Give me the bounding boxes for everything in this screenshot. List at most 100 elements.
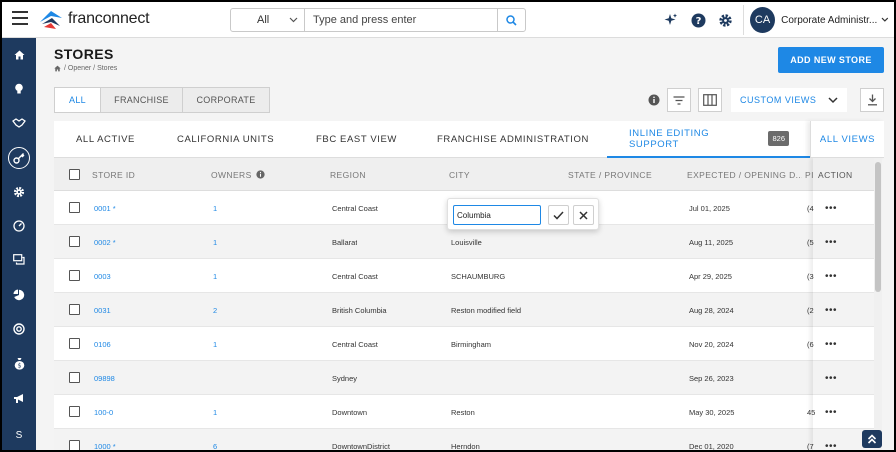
info-icon[interactable] <box>256 170 265 179</box>
sidebar-item-reports[interactable] <box>2 282 36 308</box>
hamburger-menu-icon[interactable] <box>12 11 28 27</box>
row-actions-menu[interactable]: ••• <box>825 327 837 361</box>
cell-city[interactable]: SCHAUMBURG <box>451 259 505 293</box>
inline-edit-city-input[interactable] <box>453 205 541 225</box>
row-checkbox[interactable] <box>69 236 80 247</box>
cell-city[interactable]: Reston modified field <box>451 293 521 327</box>
inline-edit-confirm-button[interactable] <box>548 205 569 225</box>
vertical-scrollbar[interactable] <box>874 158 882 450</box>
all-views-link[interactable]: ALL VIEWS <box>810 121 884 158</box>
cell-store-id[interactable]: 0106 <box>94 327 111 361</box>
column-owners[interactable]: OWNERS <box>211 158 265 191</box>
cell-store-id[interactable]: 1000 * <box>94 429 116 451</box>
column-expected-opening-date[interactable]: EXPECTED / OPENING D... <box>687 158 802 191</box>
info-icon[interactable] <box>642 88 666 112</box>
row-actions-menu[interactable]: ••• <box>825 225 837 259</box>
sidebar-item-s[interactable]: S <box>2 422 36 448</box>
table-row[interactable]: 0106 1 Central Coast Birmingham Nov 20, 2024… <box>54 327 876 361</box>
home-icon[interactable] <box>54 65 61 72</box>
cell-owners[interactable]: 1 <box>213 191 217 225</box>
cell-store-id[interactable]: 0002 * <box>94 225 116 259</box>
row-checkbox[interactable] <box>69 338 80 349</box>
cell-city[interactable]: Birmingham <box>451 327 491 361</box>
row-actions-menu[interactable]: ••• <box>825 429 837 451</box>
sparkle-icon[interactable] <box>662 11 680 29</box>
row-checkbox[interactable] <box>69 406 80 417</box>
user-menu[interactable]: CA Corporate Administr... <box>743 5 889 35</box>
row-actions-menu[interactable]: ••• <box>825 293 837 327</box>
table-row[interactable]: 100-0 1 Downtown Reston May 30, 2025 45 ••• <box>54 395 876 429</box>
table-row[interactable]: 0031 2 British Columbia Reston modified fie… <box>54 293 876 327</box>
sidebar-item-partners[interactable] <box>2 110 36 136</box>
row-checkbox[interactable] <box>69 304 80 315</box>
sidebar-item-support[interactable] <box>2 316 36 342</box>
sidebar: $ S <box>2 38 36 450</box>
select-all-checkbox[interactable] <box>69 169 80 180</box>
columns-button[interactable] <box>698 88 722 112</box>
cell-city[interactable]: Herndon <box>451 429 480 451</box>
cell-store-id[interactable]: 100-0 <box>94 395 113 429</box>
cell-owners[interactable]: 2 <box>213 293 217 327</box>
cell-city[interactable]: Louisville <box>451 225 482 259</box>
column-city[interactable]: CITY <box>449 158 470 191</box>
app-logo[interactable]: franconnect <box>38 8 150 30</box>
search-scope-select[interactable]: All <box>231 9 305 31</box>
column-state-province[interactable]: STATE / PROVINCE <box>568 158 652 191</box>
add-new-store-button[interactable]: ADD NEW STORE <box>778 47 884 73</box>
row-actions-menu[interactable]: ••• <box>825 191 837 225</box>
cell-owners[interactable]: 1 <box>213 395 217 429</box>
segment-franchise[interactable]: FRANCHISE <box>101 88 183 112</box>
sidebar-item-opener[interactable] <box>2 145 36 171</box>
tab-inline-editing-support[interactable]: INLINE EDITING SUPPORT 826 <box>607 121 811 158</box>
table-row[interactable]: 0003 1 Central Coast SCHAUMBURG Apr 29, 2025… <box>54 259 876 293</box>
download-button[interactable] <box>860 88 884 112</box>
table-row[interactable]: 09898 Sydney Sep 26, 2023 ••• <box>54 361 876 395</box>
cell-store-id[interactable]: 0001 * <box>94 191 116 225</box>
sidebar-item-dashboard[interactable] <box>2 213 36 239</box>
table-row[interactable]: 1000 * 6 DowntownDistrict Herndon Dec 01, 20… <box>54 429 876 451</box>
sidebar-item-settings[interactable] <box>2 179 36 205</box>
cell-owners[interactable]: 1 <box>213 259 217 293</box>
cell-store-id[interactable]: 0003 <box>94 259 111 293</box>
row-checkbox[interactable] <box>69 440 80 450</box>
row-checkbox[interactable] <box>69 372 80 383</box>
cell-store-id[interactable]: 09898 <box>94 361 115 395</box>
segment-all[interactable]: ALL <box>55 88 101 112</box>
cell-owners[interactable]: 1 <box>213 225 217 259</box>
sidebar-item-home[interactable] <box>2 42 36 68</box>
row-checkbox[interactable] <box>69 202 80 213</box>
row-actions-menu[interactable]: ••• <box>825 395 837 429</box>
filter-button[interactable] <box>667 88 691 112</box>
inline-edit-cancel-button[interactable] <box>573 205 594 225</box>
tab-franchise-administration[interactable]: FRANCHISE ADMINISTRATION <box>437 121 589 158</box>
table-row[interactable]: 0002 * 1 Ballarat Louisville Aug 11, 2025 (5 •… <box>54 225 876 259</box>
tab-california-units[interactable]: CALIFORNIA UNITS <box>177 121 274 158</box>
tab-fbc-east-view[interactable]: FBC EAST VIEW <box>316 121 397 158</box>
sidebar-item-finance[interactable]: $ <box>2 350 36 376</box>
column-region[interactable]: REGION <box>330 158 366 191</box>
cell-owners[interactable]: 6 <box>213 429 217 451</box>
help-icon[interactable]: ? <box>689 11 707 29</box>
custom-views-dropdown[interactable]: CUSTOM VIEWS <box>731 88 847 112</box>
cell-store-id[interactable]: 0031 <box>94 293 111 327</box>
cell-owners[interactable]: 1 <box>213 327 217 361</box>
row-actions-menu[interactable]: ••• <box>825 361 837 395</box>
back-to-top-button[interactable] <box>862 430 882 448</box>
column-pi[interactable]: PI <box>805 158 814 191</box>
row-actions-menu[interactable]: ••• <box>825 259 837 293</box>
search-button[interactable] <box>497 9 525 31</box>
cell-city[interactable]: Reston <box>451 395 475 429</box>
row-checkbox[interactable] <box>69 270 80 281</box>
scrollbar-thumb[interactable] <box>875 162 881 292</box>
search-input[interactable] <box>305 9 497 31</box>
breadcrumb-path[interactable]: / Opener / Stores <box>64 65 117 72</box>
tab-all-active[interactable]: ALL ACTIVE <box>76 121 135 158</box>
gear-icon[interactable] <box>716 11 734 29</box>
sidebar-item-messages[interactable] <box>2 247 36 273</box>
sidebar-item-ideas[interactable] <box>2 76 36 102</box>
column-store-id[interactable]: STORE ID <box>92 158 135 191</box>
lifebuoy-icon <box>13 323 25 335</box>
cell-expected-date: Nov 20, 2024 <box>689 339 734 349</box>
sidebar-item-marketing[interactable] <box>2 385 36 411</box>
segment-corporate[interactable]: CORPORATE <box>183 88 269 112</box>
